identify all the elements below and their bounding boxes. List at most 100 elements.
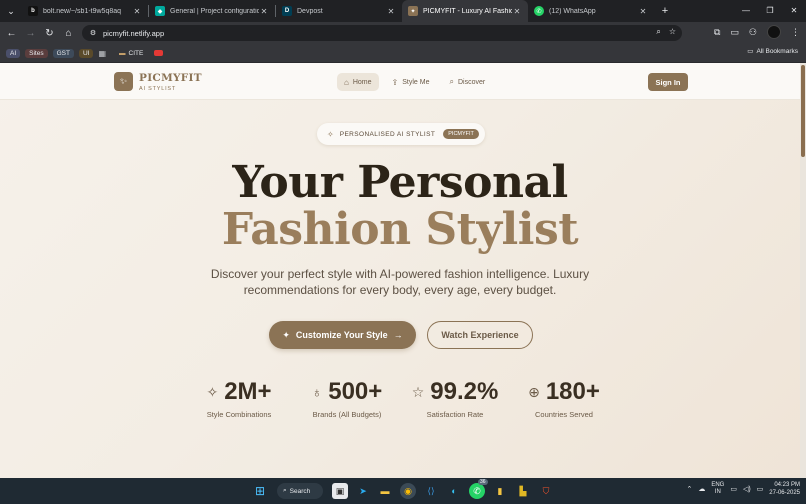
vscode-icon[interactable]: ⟨⟩ [423, 483, 439, 499]
apps-grid-icon[interactable]: ▦ [98, 49, 106, 58]
profile-avatar[interactable] [767, 25, 781, 39]
whatsapp-icon[interactable]: ✆ [469, 483, 485, 499]
close-icon[interactable]: ✕ [259, 7, 269, 16]
folder-icon: ▭ [747, 48, 754, 55]
taskbar-search[interactable]: ⌕ Search [277, 483, 323, 499]
volume-icon[interactable]: ◁) [743, 485, 751, 493]
nav-discover[interactable]: ⌕ Discover [442, 73, 492, 91]
bookmark-folder-cite[interactable]: ▬ CITE [119, 50, 143, 57]
customize-style-button[interactable]: ✦ Customize Your Style → [269, 321, 416, 349]
battery-icon[interactable]: ▭ [757, 485, 764, 493]
notes-icon[interactable]: ▮ [492, 483, 508, 499]
search-icon: ⌕ [283, 487, 287, 494]
tab-bolt[interactable]: b bolt.new/~/sb1-t9w5q8aq ✕ [22, 0, 148, 22]
lang-line1: ENG [711, 482, 725, 488]
sign-in-button[interactable]: Sign In [648, 73, 688, 91]
toolbar-actions: ⧉ ▭ ⚇ ⋮ [714, 25, 800, 39]
tab-picmyfit[interactable]: ✦ PICMYFIT - Luxury AI Fashion Ir ✕ [402, 0, 528, 22]
restore-icon[interactable]: ❐ [758, 0, 782, 22]
brave-icon[interactable]: ⛉ [538, 483, 554, 499]
minimize-icon[interactable]: — [734, 0, 758, 22]
folder-icon: ▬ [119, 49, 126, 57]
hero-title-line2: Fashion Stylist [221, 204, 579, 255]
bookmark-star-icon[interactable]: ☆ [669, 27, 676, 37]
stat-value: 500+ [328, 378, 383, 405]
nav-home[interactable]: ⌂ Home [337, 73, 379, 91]
task-view-icon[interactable]: ▣ [332, 483, 348, 499]
bookmark-sites[interactable]: Sites [25, 48, 48, 58]
windows-start-icon[interactable]: ⊞ [252, 483, 268, 499]
address-bar[interactable]: ⚙ picmyfit.netlify.app ⌕ ☆ [82, 25, 682, 41]
edge-icon[interactable]: ◐ [446, 483, 462, 499]
close-icon[interactable]: ✕ [512, 7, 522, 16]
nav-style-me[interactable]: ⇪ Style Me [385, 73, 437, 91]
window-controls: — ❐ ✕ [734, 0, 806, 22]
badge-pill: PICMYFIT [443, 129, 479, 139]
extensions-icon[interactable]: ⧉ [714, 27, 720, 38]
whatsapp-badge: 36 [478, 479, 488, 485]
devpost-icon: D [282, 6, 292, 16]
tab-title: General | Project configuration [170, 7, 259, 15]
zoom-icon[interactable]: ⌕ [656, 27, 660, 37]
bookmarks-bar: AI Sites GST UI ▦ ▬ CITE ▭ All Bookmarks [0, 44, 806, 63]
close-icon[interactable]: ✕ [132, 7, 142, 16]
tab-project-config[interactable]: ◆ General | Project configuration ✕ [149, 0, 275, 22]
hero-badge: ✧ PERSONALISED AI STYLIST PICMYFIT [317, 123, 485, 145]
files-icon[interactable]: ▙ [515, 483, 531, 499]
stat-style-combinations: ✧ 2M+ Style Combinations [202, 378, 276, 419]
reload-icon[interactable]: ↻ [40, 28, 59, 39]
back-icon[interactable]: ← [2, 28, 21, 39]
chrome-icon[interactable]: ◉ [400, 483, 416, 499]
stat-brands: ♁ 500+ Brands (All Budgets) [307, 378, 387, 419]
tab-title: Devpost [297, 7, 323, 15]
stat-satisfaction: ☆ 99.2% Satisfaction Rate [407, 378, 503, 419]
bookmark-ui[interactable]: UI [78, 48, 94, 58]
sparkles-icon: ✧ [327, 129, 334, 139]
stat-label: Countries Served [535, 410, 593, 419]
lang-line2: IN [714, 489, 721, 495]
tab-title: PICMYFIT - Luxury AI Fashion Ir [423, 7, 512, 15]
tab-devpost[interactable]: D Devpost ✕ [276, 0, 402, 22]
tab-whatsapp[interactable]: ✆ (12) WhatsApp ✕ [528, 0, 654, 22]
clock[interactable]: 04:23 PM 27-06-2025 [769, 481, 800, 497]
youtube-icon[interactable] [154, 50, 164, 56]
incognito-icon[interactable]: ⚇ [749, 27, 757, 38]
cast-icon[interactable]: ▭ [730, 27, 739, 38]
page-scrollbar[interactable] [800, 63, 806, 478]
bookmark-ai[interactable]: AI [6, 48, 21, 58]
tab-title: (12) WhatsApp [549, 7, 596, 15]
bolt-icon: b [28, 6, 38, 16]
all-bookmarks-label: All Bookmarks [756, 47, 798, 55]
chevron-up-icon[interactable]: ⌃ [686, 485, 692, 493]
browser-tabstrip: ⌄ b bolt.new/~/sb1-t9w5q8aq ✕ ◆ General … [0, 0, 806, 22]
home-nav-icon[interactable]: ⌂ [59, 28, 78, 39]
forward-icon[interactable]: → [21, 28, 40, 39]
new-tab-icon[interactable]: + [654, 5, 676, 17]
close-icon[interactable]: ✕ [386, 7, 396, 16]
close-window-icon[interactable]: ✕ [782, 0, 806, 22]
tab-search-icon[interactable]: ⌄ [0, 0, 22, 22]
tab-title: bolt.new/~/sb1-t9w5q8aq [43, 7, 122, 15]
customize-style-label: Customize Your Style [295, 330, 388, 340]
nav-style-me-label: Style Me [402, 78, 430, 86]
stat-value: 180+ [545, 378, 600, 405]
scrollbar-thumb[interactable] [801, 65, 805, 157]
sparkles-icon: ✧ [206, 383, 219, 400]
logo-sparkle-icon[interactable]: ✨︎ [114, 72, 133, 91]
home-icon: ⌂ [344, 77, 349, 87]
file-explorer-icon[interactable]: ▬ [377, 483, 393, 499]
brand-name[interactable]: PICMYFIT [139, 72, 202, 84]
menu-icon[interactable]: ⋮ [791, 27, 800, 38]
cloud-icon[interactable]: ☁ [698, 485, 705, 493]
clock-date: 27-06-2025 [769, 490, 800, 496]
close-icon[interactable]: ✕ [638, 7, 648, 16]
watch-experience-button[interactable]: Watch Experience [427, 321, 533, 349]
telegram-icon[interactable]: ➤ [355, 483, 371, 499]
language-indicator[interactable]: ENG IN [711, 482, 724, 496]
all-bookmarks[interactable]: ▭ All Bookmarks [747, 47, 798, 56]
site-info-icon[interactable]: ⚙ [88, 28, 98, 38]
bookmark-gst[interactable]: GST [52, 48, 74, 58]
brand-tagline: AI STYLIST [139, 86, 177, 92]
badge-text: PERSONALISED AI STYLIST [339, 130, 436, 138]
display-icon[interactable]: ▭ [730, 485, 737, 493]
